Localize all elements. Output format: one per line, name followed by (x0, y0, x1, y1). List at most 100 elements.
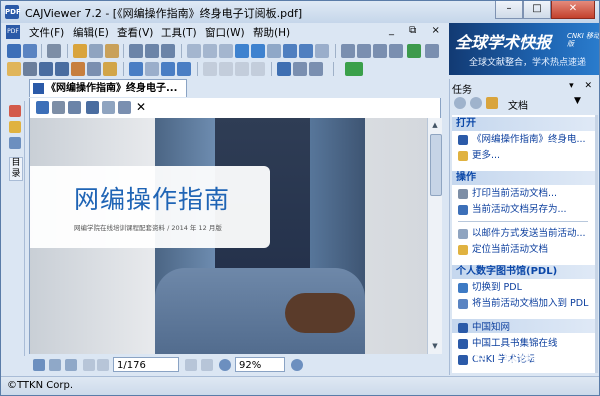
thumbnail-panel-icon[interactable] (9, 137, 21, 149)
ocr-icon[interactable] (71, 62, 85, 76)
first-page-icon[interactable] (83, 359, 95, 371)
search-icon[interactable] (341, 44, 355, 58)
toolbar-more-icon[interactable] (425, 44, 439, 58)
text-select-icon[interactable] (39, 62, 53, 76)
last-page-icon[interactable] (201, 359, 213, 371)
document-menu-icon[interactable]: PDF (6, 25, 20, 39)
highlight-icon[interactable] (235, 62, 249, 76)
task-pane-controls[interactable]: ▾ ✕ (569, 81, 596, 91)
cut-icon[interactable] (73, 44, 87, 58)
maximize-button[interactable]: □ (523, 1, 551, 19)
next-page-icon[interactable] (185, 359, 197, 371)
image-select-icon[interactable] (55, 62, 69, 76)
copy-icon[interactable] (89, 44, 103, 58)
doc-export-icon[interactable] (102, 101, 115, 114)
zoom-out-icon[interactable] (299, 44, 313, 58)
ellipse-icon[interactable] (177, 62, 191, 76)
section-actions[interactable]: 操作 (452, 171, 595, 185)
scroll-down-icon[interactable]: ▼ (429, 340, 441, 352)
close-button[interactable]: ✕ (551, 1, 595, 19)
line-icon[interactable] (145, 62, 159, 76)
scroll-up-icon[interactable]: ▲ (429, 119, 441, 131)
snapshot-icon[interactable] (87, 62, 101, 76)
single-page-view-icon[interactable] (33, 359, 45, 371)
more-link[interactable]: 更多... (458, 149, 595, 163)
forward-icon[interactable] (470, 97, 482, 109)
fit-page-icon[interactable] (251, 44, 265, 58)
mdi-controls[interactable]: _ ⧉ × (389, 25, 446, 36)
settings-icon[interactable] (309, 62, 323, 76)
section-open[interactable]: 打开 (452, 117, 595, 131)
bookmark-icon[interactable] (103, 62, 117, 76)
page-number-input[interactable]: 1/176 (113, 357, 179, 372)
stamp-icon[interactable] (203, 62, 217, 76)
app-icon[interactable]: PDF (5, 5, 21, 19)
layout-icon[interactable] (129, 44, 143, 58)
zoom-dropdown-icon[interactable] (315, 44, 329, 58)
zoom-out-round-icon[interactable] (219, 359, 231, 371)
open-icon[interactable] (7, 44, 21, 58)
doc-save-icon[interactable] (68, 101, 81, 114)
menu-edit[interactable]: 编辑(E) (73, 25, 109, 40)
page-double-icon[interactable] (203, 44, 217, 58)
close-document-icon[interactable]: ✕ (136, 100, 146, 114)
info-icon[interactable] (293, 62, 307, 76)
paste-icon[interactable] (105, 44, 119, 58)
scroll-thumb[interactable] (430, 134, 442, 196)
rectangle-icon[interactable] (161, 62, 175, 76)
actual-size-icon[interactable] (267, 44, 281, 58)
zoom-in-icon[interactable] (283, 44, 297, 58)
menu-file[interactable]: 文件(F) (29, 25, 64, 40)
add-to-pdl-link[interactable]: 将当前活动文档加入到 PDL (458, 297, 595, 311)
print-document-link[interactable]: 打印当前活动文档... (458, 187, 595, 201)
doc-web-icon[interactable] (86, 101, 99, 114)
pen-panel-icon[interactable] (9, 121, 21, 133)
fit-width-icon[interactable] (235, 44, 249, 58)
continuous-view-icon[interactable] (65, 359, 77, 371)
page-single-icon[interactable] (187, 44, 201, 58)
fullscreen-icon[interactable] (161, 44, 175, 58)
toc-tab[interactable]: 目录 (9, 157, 23, 181)
doc-thumbnail-icon[interactable] (36, 101, 49, 114)
menu-window[interactable]: 窗口(W) (205, 25, 245, 40)
cnki-link[interactable]: 中国知网 (458, 321, 595, 335)
switch-to-pdl-link[interactable]: 切换到 PDL (458, 281, 595, 295)
chevron-down-icon[interactable]: ▼ (574, 96, 581, 106)
note-icon[interactable] (219, 62, 233, 76)
zoom-input[interactable]: 92% (235, 357, 285, 372)
recent-document-link[interactable]: 《网编操作指南》终身电... (458, 133, 595, 147)
navigate-back-icon[interactable] (373, 44, 387, 58)
minimize-button[interactable]: – (495, 1, 523, 19)
menu-help[interactable]: 帮助(H) (253, 25, 290, 40)
page-continuous-icon[interactable] (219, 44, 233, 58)
home-icon[interactable] (486, 97, 498, 109)
section-pdl[interactable]: 个人数字图书馆(PDL) (452, 265, 595, 279)
split-view-icon[interactable] (145, 44, 159, 58)
save-icon[interactable] (23, 44, 37, 58)
menu-view[interactable]: 查看(V) (117, 25, 153, 40)
vertical-scrollbar[interactable]: ▲ ▼ (427, 118, 442, 354)
navigate-forward-icon[interactable] (389, 44, 403, 58)
hand-tool-icon[interactable] (7, 62, 21, 76)
pen-icon[interactable] (129, 62, 143, 76)
back-icon[interactable] (454, 97, 466, 109)
go-arrow-icon[interactable] (345, 62, 363, 76)
save-as-link[interactable]: 当前活动文档另存为... (458, 203, 595, 217)
document-view[interactable]: 网编操作指南 网编学院在线培训课程配套资料 / 2014 年 12 月版 (29, 118, 428, 354)
previous-page-icon[interactable] (97, 359, 109, 371)
doc-print-icon[interactable] (52, 101, 65, 114)
select-arrow-icon[interactable] (23, 62, 37, 76)
ad-banner[interactable]: 全球学术快报 CNKI 移动版 全球文献整合，学术热点速递 (449, 23, 599, 75)
annotation-panel-icon[interactable] (9, 105, 21, 117)
print-icon[interactable] (47, 44, 61, 58)
locate-document-link[interactable]: 定位当前活动文档 (458, 243, 595, 257)
search-next-icon[interactable] (357, 44, 371, 58)
help-icon[interactable] (277, 62, 291, 76)
menu-tools[interactable]: 工具(T) (161, 25, 197, 40)
email-document-link[interactable]: 以邮件方式发送当前活动... (458, 227, 595, 241)
underline-icon[interactable] (251, 62, 265, 76)
document-tab[interactable]: 《网编操作指南》终身电子... (29, 79, 187, 97)
zoom-in-round-icon[interactable] (291, 359, 303, 371)
doc-settings-icon[interactable] (118, 101, 131, 114)
task-pane-scrollbar[interactable] (595, 115, 598, 373)
